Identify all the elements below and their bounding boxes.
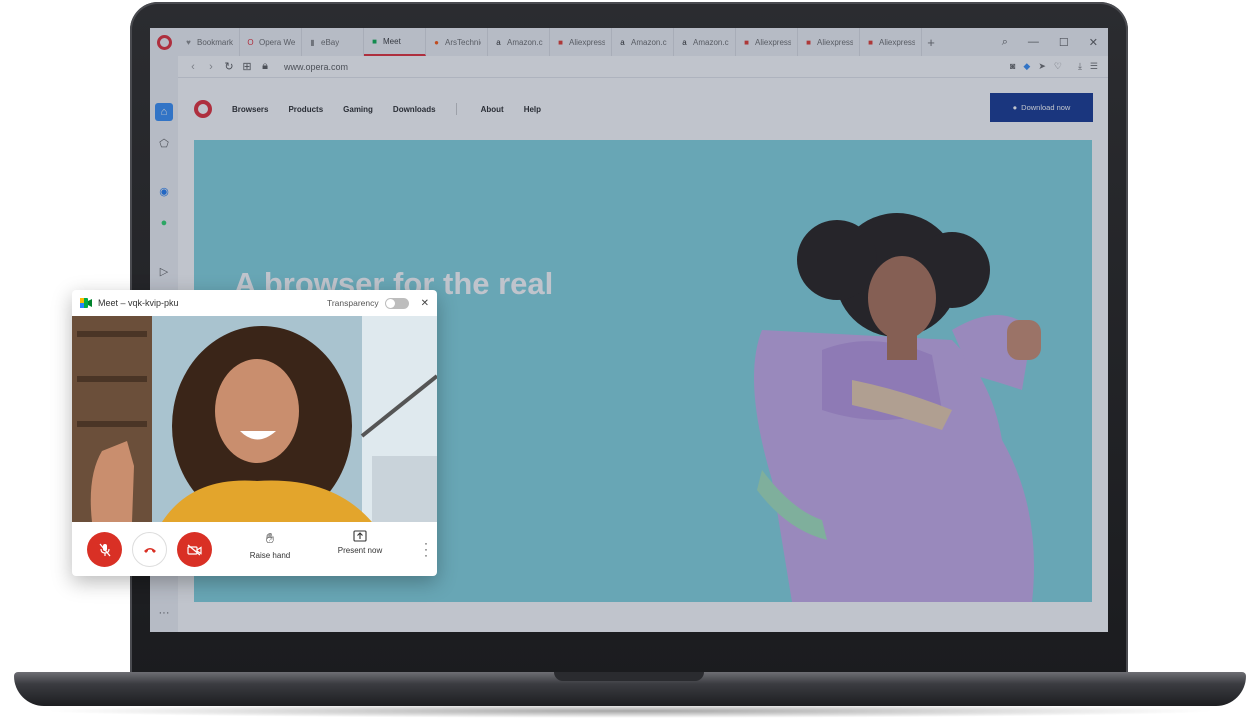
mute-button[interactable] xyxy=(87,532,122,567)
hang-up-icon xyxy=(143,547,156,553)
close-icon[interactable]: ✕ xyxy=(421,298,429,309)
laptop-notch xyxy=(554,672,704,681)
present-label: Present now xyxy=(337,546,383,555)
laptop-base xyxy=(14,672,1246,706)
pip-header: Meet – vqk-kvip-pku Transparency ✕ xyxy=(72,290,437,316)
camera-off-icon xyxy=(187,544,202,555)
camera-off-button[interactable] xyxy=(177,532,212,567)
mic-off-icon xyxy=(99,543,110,556)
end-call-button[interactable] xyxy=(132,532,167,567)
more-options-icon[interactable]: · · · xyxy=(424,537,428,561)
laptop-shadow xyxy=(40,704,1220,718)
meet-icon xyxy=(80,298,92,308)
transparency-label: Transparency xyxy=(326,298,379,308)
raise-hand-label: Raise hand xyxy=(249,551,291,560)
hand-icon: ✋︎ xyxy=(266,530,274,546)
meet-title: Meet – vqk-kvip-pku xyxy=(98,298,179,308)
meet-pip-window: Meet – vqk-kvip-pku Transparency ✕ ✋︎ Ra… xyxy=(72,290,437,576)
transparency-toggle[interactable] xyxy=(384,297,409,309)
raise-hand-button[interactable]: ✋︎ Raise hand xyxy=(235,530,305,560)
present-icon xyxy=(353,530,367,542)
present-now-button[interactable]: Present now xyxy=(325,530,395,555)
video-feed xyxy=(72,316,437,522)
call-controls: ✋︎ Raise hand Present now · · · xyxy=(72,522,437,576)
